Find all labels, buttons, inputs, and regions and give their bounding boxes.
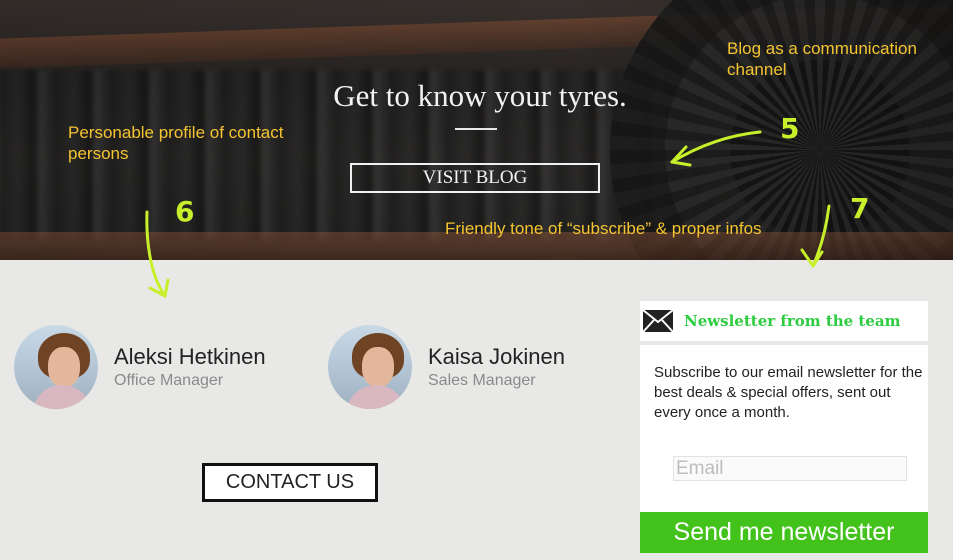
contact-name: Aleksi Hetkinen	[114, 344, 266, 369]
contact-us-button[interactable]: CONTACT US	[202, 463, 378, 502]
newsletter-title: Newsletter from the team	[684, 312, 901, 330]
contact-person-1: Aleksi Hetkinen Office Manager	[14, 325, 266, 409]
contact-person-2: Kaisa Jokinen Sales Manager	[328, 325, 565, 409]
annotation-number-7: 7	[850, 192, 870, 225]
contact-name: Kaisa Jokinen	[428, 344, 565, 369]
contact-role: Sales Manager	[428, 372, 536, 389]
avatar	[328, 325, 412, 409]
avatar	[14, 325, 98, 409]
newsletter-header: Newsletter from the team	[640, 301, 928, 341]
contact-role: Office Manager	[114, 372, 224, 389]
newsletter-panel: Newsletter from the team Subscribe to ou…	[640, 301, 928, 553]
send-newsletter-button[interactable]: Send me newsletter	[640, 512, 928, 553]
annotation-number-5: 5	[780, 112, 800, 145]
annotation-profile: Personable profile of contact persons	[68, 123, 284, 163]
contact-info: Kaisa Jokinen Sales Manager	[428, 343, 565, 391]
visit-blog-button[interactable]: VISIT BLOG	[350, 163, 600, 193]
envelope-icon	[640, 303, 676, 339]
contact-info: Aleksi Hetkinen Office Manager	[114, 343, 266, 391]
newsletter-divider	[640, 341, 928, 345]
hero-title: Get to know your tyres.	[333, 78, 627, 113]
hero-divider	[455, 128, 497, 130]
annotation-number-6: 6	[175, 195, 195, 228]
annotation-blog: Blog as a communication channel	[727, 39, 917, 79]
arrow-profile-head	[148, 278, 170, 298]
annotation-tone: Friendly tone of “subscribe” & proper in…	[445, 219, 762, 238]
email-input[interactable]	[673, 456, 907, 481]
newsletter-description: Subscribe to our email newsletter for th…	[654, 364, 923, 421]
